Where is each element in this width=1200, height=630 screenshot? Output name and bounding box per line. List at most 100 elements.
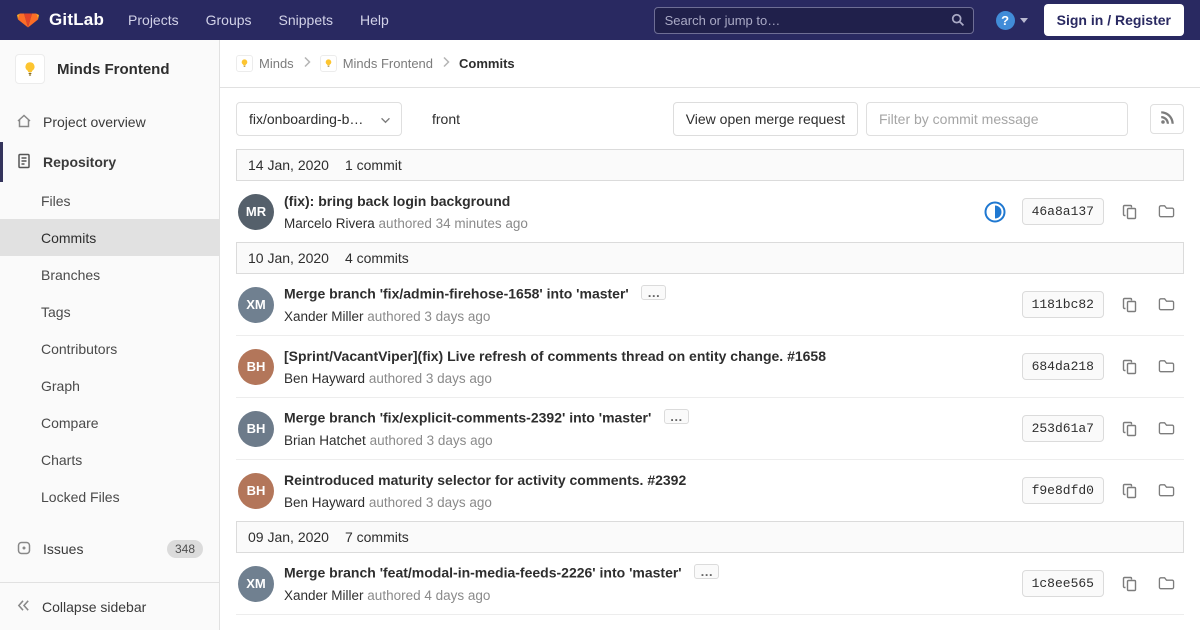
global-search [653, 6, 974, 34]
expand-commit-message-button[interactable]: … [641, 285, 667, 301]
commit-author-link[interactable]: Xander Miller [284, 309, 364, 324]
avatar[interactable]: XM [238, 286, 274, 323]
copy-sha-button[interactable] [1120, 295, 1140, 315]
group-avatar [236, 55, 253, 72]
expand-commit-message-button[interactable]: … [694, 564, 720, 580]
commit-info: Merge branch 'fix/explicit-comments-2392… [284, 409, 1022, 448]
nav-item-groups[interactable]: Groups [206, 12, 252, 28]
commit-title-link[interactable]: Merge branch 'feat/modal-in-media-feeds-… [284, 565, 682, 581]
sidebar-item-issues[interactable]: Issues 348 [0, 529, 219, 569]
commit-time: authored 34 minutes ago [378, 215, 528, 231]
sidebar-item-project-overview[interactable]: Project overview [0, 102, 219, 142]
search-input[interactable] [653, 6, 974, 34]
commit-info: Merge branch 'feat/modal-in-media-feeds-… [284, 564, 1022, 603]
breadcrumb-link[interactable]: Minds Frontend [343, 56, 433, 71]
commit-author-link[interactable]: Brian Hatchet [284, 433, 366, 448]
collapse-sidebar-label: Collapse sidebar [42, 598, 147, 615]
browse-files-button[interactable] [1156, 574, 1176, 594]
commit-time: authored 3 days ago [369, 432, 493, 448]
breadcrumb-item-minds[interactable]: Minds [236, 55, 294, 72]
browse-files-button[interactable] [1156, 357, 1176, 377]
commit-count: 4 commits [344, 250, 409, 266]
gitlab-logo[interactable]: GitLab [16, 6, 104, 34]
avatar[interactable]: BH [238, 410, 274, 447]
sidebar-item-locked-files[interactable]: Locked Files [0, 478, 219, 515]
home-icon [16, 113, 32, 132]
main-content: Minds Minds Frontend Commits fix/onboard… [220, 40, 1200, 630]
copy-sha-button[interactable] [1120, 481, 1140, 501]
avatar[interactable]: BH [238, 348, 274, 385]
expand-commit-message-button[interactable]: … [663, 409, 689, 425]
commit-title-link[interactable]: Merge branch 'fix/explicit-comments-2392… [284, 410, 651, 426]
commit-title-link[interactable]: Merge branch 'fix/admin-firehose-1658' i… [284, 286, 629, 302]
commit-actions: 253d61a7 [1021, 415, 1176, 442]
issues-count-badge: 348 [166, 540, 203, 558]
browse-files-button[interactable] [1156, 419, 1176, 439]
breadcrumb-item-minds-frontend[interactable]: Minds Frontend [319, 55, 433, 72]
commits-feed-button[interactable] [1150, 104, 1184, 134]
commit-author-link[interactable]: Ben Hayward [284, 495, 365, 510]
avatar[interactable]: BH [238, 472, 274, 509]
copy-sha-button[interactable] [1120, 419, 1140, 439]
commit-sha[interactable]: 46a8a137 [1021, 198, 1104, 225]
sidebar-item-charts[interactable]: Charts [0, 441, 219, 478]
commit-sha[interactable]: 253d61a7 [1021, 415, 1104, 442]
pipeline-status-running-icon[interactable] [984, 201, 1006, 223]
commit-title-link[interactable]: (fix): bring back login background [284, 193, 510, 209]
commit-time: authored 3 days ago [368, 370, 492, 386]
commit-sha[interactable]: 684da218 [1021, 353, 1104, 380]
commit-actions: 684da218 [1021, 353, 1176, 380]
commit-title-link[interactable]: Reintroduced maturity selector for activ… [284, 472, 686, 488]
commit-author-link[interactable]: Ben Hayward [284, 371, 365, 386]
sign-in-register-button[interactable]: Sign in / Register [1043, 4, 1184, 36]
view-open-merge-request-button[interactable]: View open merge request [672, 102, 858, 136]
commit-sha[interactable]: f9e8dfd0 [1021, 477, 1104, 504]
sidebar-item-graph[interactable]: Graph [0, 367, 219, 404]
gitlab-tanuki-icon [16, 6, 40, 34]
commit-info: (fix): bring back login background Marce… [284, 193, 984, 231]
breadcrumb-link[interactable]: Minds [259, 56, 294, 71]
copy-sha-button[interactable] [1120, 357, 1140, 377]
sidebar-item-repository[interactable]: Repository [0, 142, 219, 182]
project-header[interactable]: Minds Frontend [0, 40, 219, 102]
sidebar-item-contributors[interactable]: Contributors [0, 330, 219, 367]
copy-sha-button[interactable] [1120, 202, 1140, 222]
nav-item-snippets[interactable]: Snippets [279, 12, 333, 28]
branch-selector-dropdown[interactable]: fix/onboarding-b… [236, 102, 402, 136]
nav-item-projects[interactable]: Projects [128, 12, 179, 28]
project-sidebar: Minds Frontend Project overview Reposito… [0, 40, 220, 630]
commit-date: 10 Jan, 2020 [248, 250, 329, 266]
commit-author-link[interactable]: Xander Miller [284, 588, 364, 603]
browse-files-button[interactable] [1156, 295, 1176, 315]
breadcrumb-current: Commits [459, 56, 515, 71]
rss-icon [1160, 110, 1175, 128]
filter-commit-message-input[interactable] [866, 102, 1128, 136]
commit-list: 14 Jan, 2020 1 commit MR (fix): bring ba… [236, 149, 1184, 615]
sidebar-item-files[interactable]: Files [0, 182, 219, 219]
commit-sha[interactable]: 1181bc82 [1021, 291, 1104, 318]
commit-info: Merge branch 'fix/admin-firehose-1658' i… [284, 285, 1022, 324]
sidebar-item-branches[interactable]: Branches [0, 256, 219, 293]
browse-files-button[interactable] [1156, 481, 1176, 501]
commit-row: BH Reintroduced maturity selector for ac… [236, 460, 1184, 522]
avatar[interactable]: XM [238, 565, 274, 602]
nav-item-help[interactable]: Help [360, 12, 389, 28]
browse-files-button[interactable] [1156, 202, 1176, 222]
commit-author-link[interactable]: Marcelo Rivera [284, 216, 375, 231]
sidebar-item-commits[interactable]: Commits [0, 219, 219, 256]
sidebar-item-tags[interactable]: Tags [0, 293, 219, 330]
commit-date-header: 09 Jan, 2020 7 commits [236, 521, 1184, 553]
sidebar-item-compare[interactable]: Compare [0, 404, 219, 441]
commit-info: Reintroduced maturity selector for activ… [284, 472, 1022, 510]
avatar[interactable]: MR [238, 193, 274, 230]
commit-count: 7 commits [344, 529, 409, 545]
commit-row: BH Merge branch 'fix/explicit-comments-2… [236, 398, 1184, 460]
commit-title-link[interactable]: [Sprint/VacantViper](fix) Live refresh o… [284, 348, 826, 364]
commit-sha[interactable]: 1c8ee565 [1021, 570, 1104, 597]
commit-time: authored 4 days ago [367, 587, 491, 603]
collapse-sidebar-button[interactable]: Collapse sidebar [0, 582, 219, 630]
copy-sha-button[interactable] [1120, 574, 1140, 594]
help-dropdown[interactable]: ? [995, 10, 1028, 30]
commit-actions: 1181bc82 [1021, 291, 1176, 318]
commit-row: BH [Sprint/VacantViper](fix) Live refres… [236, 336, 1184, 398]
